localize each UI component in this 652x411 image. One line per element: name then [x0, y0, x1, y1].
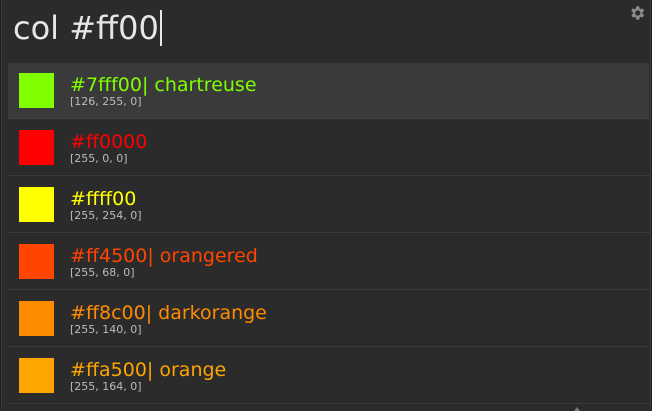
result-rgb: [255, 164, 0] [70, 380, 142, 393]
result-item[interactable]: #7fff00| chartreuse [126, 255, 0] [8, 63, 649, 119]
result-item[interactable]: #ff8c00| darkorange [255, 140, 0] [8, 291, 649, 347]
color-swatch [19, 244, 54, 279]
gear-icon[interactable] [628, 4, 646, 22]
color-swatch [19, 187, 54, 222]
search-query-text: col #ff00 [13, 9, 159, 47]
result-item[interactable]: #ffa500| orange [255, 164, 0] [8, 348, 649, 404]
result-title: #ff8c00| darkorange [70, 302, 267, 324]
result-rgb: [255, 68, 0] [70, 266, 135, 279]
result-title: #ff0000 [70, 131, 148, 153]
color-swatch [19, 301, 54, 336]
search-bar[interactable]: col #ff00 [2, 0, 650, 58]
color-swatch [19, 358, 54, 393]
result-title: #ffff00 [70, 188, 137, 210]
result-title: #ff4500| orangered [70, 245, 258, 267]
color-swatch [19, 73, 54, 108]
result-title: #ffa500| orange [70, 359, 227, 381]
search-input[interactable]: col #ff00 [13, 6, 162, 50]
text-caret [159, 10, 162, 46]
scroll-indicator-icon [574, 407, 580, 411]
result-item[interactable]: #ff4500| orangered [255, 68, 0] [8, 234, 649, 290]
launcher-window: col #ff00 #7fff00| chartreuse [126, 255,… [1, 0, 651, 411]
results-list: #7fff00| chartreuse [126, 255, 0] #ff000… [8, 63, 649, 405]
result-rgb: [126, 255, 0] [70, 95, 142, 108]
result-rgb: [255, 254, 0] [70, 209, 142, 222]
color-swatch [19, 130, 54, 165]
result-item[interactable]: #ffff00 [255, 254, 0] [8, 177, 649, 233]
result-item[interactable]: #ff0000 [255, 0, 0] [8, 120, 649, 176]
result-rgb: [255, 0, 0] [70, 152, 128, 165]
result-rgb: [255, 140, 0] [70, 323, 142, 336]
result-title: #7fff00| chartreuse [70, 74, 257, 96]
